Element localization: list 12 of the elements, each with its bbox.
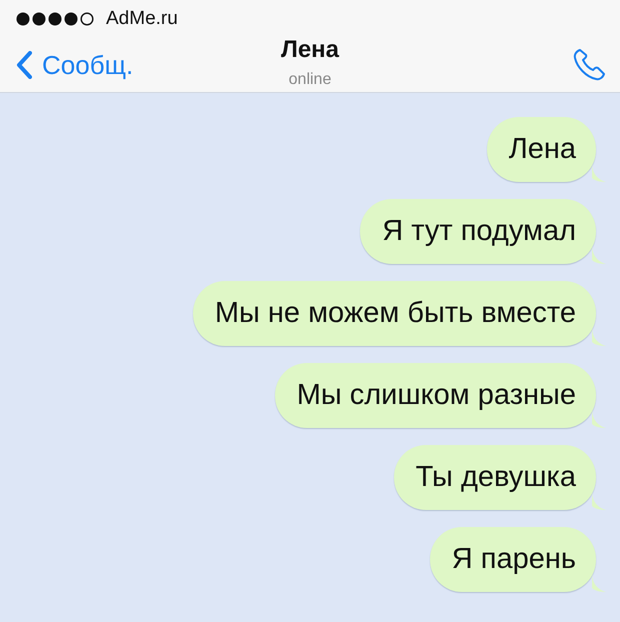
message-bubble: Мы слишком разные [274, 363, 596, 428]
back-button[interactable]: Сообщ. [16, 46, 134, 84]
message-bubble: Я парень [430, 527, 596, 592]
back-chevron-icon [16, 51, 32, 79]
carrier-name: AdMe.ru [106, 6, 178, 31]
message-bubble: Я тут подумал [360, 199, 596, 264]
contact-name: Лена [280, 38, 340, 62]
message-bubble: Лена [486, 117, 596, 182]
message-bubble: Ты девушка [394, 445, 596, 510]
contact-status: online [288, 70, 332, 90]
message-bubble: Мы не можем быть вместе [192, 281, 596, 346]
phone-icon[interactable] [572, 48, 606, 82]
